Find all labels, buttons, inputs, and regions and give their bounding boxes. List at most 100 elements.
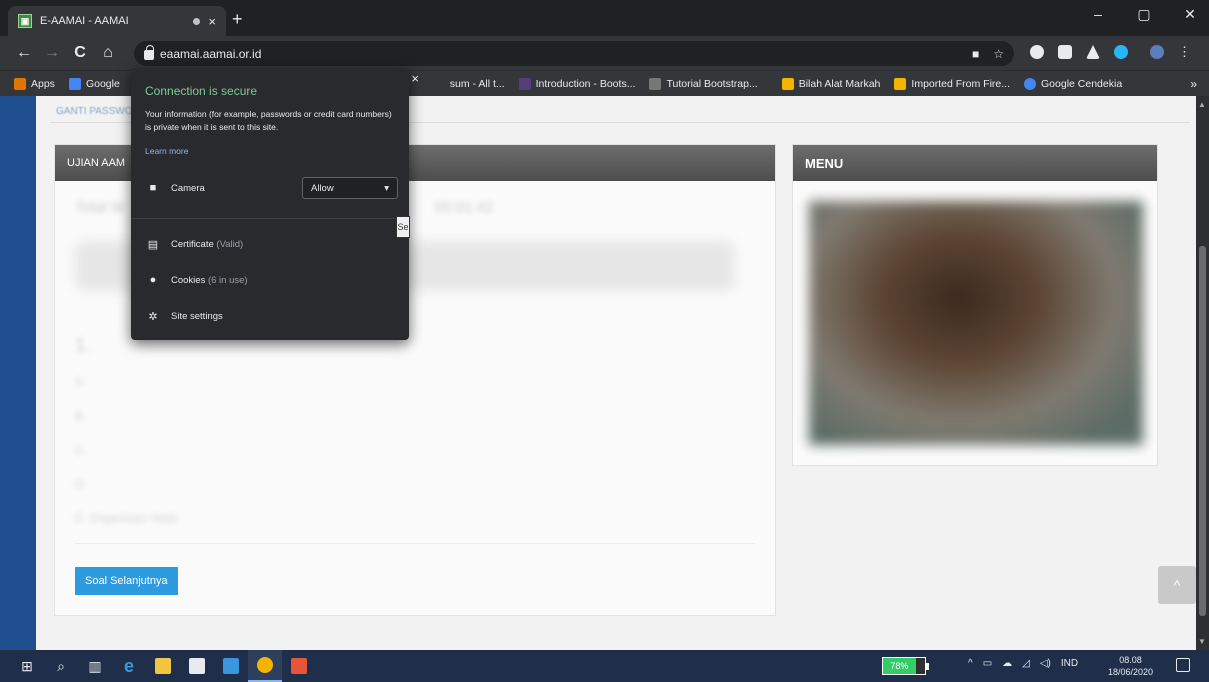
tab-close-icon[interactable]: × <box>208 14 216 29</box>
site-settings-label: Site settings <box>171 310 223 322</box>
menu-kebab-icon[interactable]: ⋮ <box>1178 44 1191 60</box>
answer-option-e[interactable]: E. Organisasi Halal <box>75 511 475 525</box>
bookmark-google-cendekia[interactable]: Google Cendekia <box>1024 77 1122 90</box>
certificate-row[interactable]: ▤ Certificate (Valid) <box>147 238 243 251</box>
cookies-status: (6 in use) <box>207 274 248 286</box>
new-tab-button[interactable]: + <box>232 9 243 30</box>
apps-grid-icon <box>14 77 26 90</box>
battery-level: 78% <box>883 658 916 674</box>
bookmark-star-icon[interactable]: ☆ <box>993 47 1004 61</box>
google-icon <box>68 77 81 90</box>
total-time-label: Total W <box>75 199 126 216</box>
learn-more-link[interactable]: Learn more <box>145 146 188 156</box>
extension-blue-icon[interactable] <box>1114 45 1128 59</box>
camera-permission-row: ■ Camera <box>147 182 205 194</box>
bookmark-bootstrap-intro[interactable]: Introduction - Boots... <box>518 77 635 90</box>
scroll-down-icon[interactable]: ▼ <box>1198 637 1206 646</box>
bookmark-bilah-alat[interactable]: Bilah Alat Markah <box>781 77 880 90</box>
camera-indicator-icon[interactable]: ■ <box>972 47 979 61</box>
address-bar[interactable]: eaamai.aamai.or.id ■ ☆ <box>134 41 1014 66</box>
folder-icon <box>894 77 907 90</box>
battery-tip <box>926 663 929 670</box>
onedrive-cloud-icon[interactable]: ☁ <box>1002 658 1012 669</box>
answer-option-a[interactable]: A. <box>75 375 475 389</box>
site-settings-row[interactable]: ✲ Site settings <box>147 310 223 323</box>
profile-avatar-icon[interactable] <box>1150 45 1164 59</box>
system-clock[interactable]: 08.08 18/06/2020 <box>1108 654 1153 678</box>
chevron-down-icon: ▾ <box>384 182 389 194</box>
certificate-label: Certificate <box>171 238 214 250</box>
forward-button[interactable]: → <box>38 44 66 62</box>
bookmark-apps[interactable]: Apps <box>14 77 55 90</box>
windows-start-icon[interactable]: ⊞ <box>10 650 44 682</box>
connection-status: Connection is secure <box>145 84 258 98</box>
connection-description: Your information (for example, passwords… <box>145 109 392 132</box>
site-info-popup: × Connection is secure Your information … <box>131 68 419 340</box>
app-orange-icon[interactable] <box>282 650 316 682</box>
divider <box>75 543 755 544</box>
window-controls: – ▢ ✕ <box>1087 6 1201 23</box>
reload-button[interactable]: C <box>66 44 94 62</box>
menu-panel-title: MENU <box>793 145 1157 181</box>
extension-pocket-icon[interactable] <box>1058 45 1072 59</box>
back-button[interactable]: ← <box>10 44 38 62</box>
gear-icon: ✲ <box>148 310 158 323</box>
network-icon[interactable]: ▭ <box>983 658 992 669</box>
camera-permission-value: Allow <box>311 182 334 194</box>
volume-icon[interactable]: ◁) <box>1040 658 1051 669</box>
answer-option-c[interactable]: C. <box>75 443 475 457</box>
bookmarks-more-button[interactable]: » <box>1190 77 1197 91</box>
page-scrollbar[interactable]: ▲ ▼ <box>1196 96 1209 650</box>
bookmark-tutorial-bootstrap[interactable]: Tutorial Bootstrap... <box>649 77 758 90</box>
camera-permission-select[interactable]: Allow ▾ <box>302 177 398 199</box>
minimize-button[interactable]: – <box>1087 6 1109 23</box>
cookie-icon: ● <box>149 274 157 286</box>
certificate-icon: ▤ <box>147 238 159 251</box>
close-window-button[interactable]: ✕ <box>1179 6 1201 23</box>
wifi-icon[interactable]: ◿ <box>1022 658 1030 669</box>
browser-tab[interactable]: ▣ E-AAMAI - AAMAI × <box>8 6 226 36</box>
edge-browser-icon[interactable]: e <box>112 650 146 682</box>
tutorial-icon <box>649 77 662 90</box>
input-language[interactable]: IND <box>1061 658 1078 669</box>
show-hidden-icons-icon[interactable]: ^ <box>968 658 973 669</box>
url-text: eaamai.aamai.or.id <box>160 46 262 61</box>
tab-title: E-AAMAI - AAMAI <box>40 15 129 27</box>
scroll-thumb[interactable] <box>1199 246 1206 616</box>
menu-panel: MENU <box>792 144 1158 466</box>
extension-drive-icon[interactable] <box>1086 45 1100 59</box>
scroll-up-icon[interactable]: ▲ <box>1198 100 1206 109</box>
notification-center-icon[interactable] <box>1176 658 1190 672</box>
store-icon[interactable] <box>180 650 214 682</box>
clock-time: 08.08 <box>1119 655 1142 665</box>
bookmark-google[interactable]: Google <box>68 77 120 90</box>
extensions: ⋮ <box>1030 44 1191 60</box>
tab-strip: ▣ E-AAMAI - AAMAI × + – ▢ ✕ <box>0 0 1209 36</box>
answer-option-b[interactable]: B. <box>75 409 475 423</box>
recording-dot-icon <box>193 17 201 25</box>
lock-icon[interactable] <box>144 44 154 60</box>
bookmark-imported[interactable]: Imported From Fire... <box>894 77 1010 90</box>
back-to-top-button[interactable]: ^ <box>1158 566 1196 604</box>
cookies-row[interactable]: ● Cookies (6 in use) <box>147 274 248 286</box>
battery-indicator[interactable]: 78% <box>882 657 929 675</box>
mail-icon[interactable] <box>214 650 248 682</box>
windows-taskbar: ⊞ ⌕ ▥ e 78% ^ ▭ ☁ ◿ ◁) IND 08.08 18/06/2… <box>0 650 1209 682</box>
bootstrap-icon <box>518 77 531 90</box>
chrome-taskbar-icon[interactable] <box>248 650 282 682</box>
extension-record-icon[interactable] <box>1030 45 1044 59</box>
system-tray: ^ ▭ ☁ ◿ ◁) IND <box>968 658 1078 669</box>
webcam-feed <box>809 201 1143 445</box>
answer-option-d[interactable]: D. <box>75 477 475 491</box>
bookmark-sum[interactable]: sum - All t... <box>450 78 505 90</box>
task-view-icon[interactable]: ▥ <box>78 650 112 682</box>
search-icon[interactable]: ⌕ <box>44 650 78 682</box>
maximize-button[interactable]: ▢ <box>1133 6 1155 23</box>
file-explorer-icon[interactable] <box>146 650 180 682</box>
folder-icon <box>781 77 794 90</box>
next-question-button[interactable]: Soal Selanjutnya <box>75 567 178 595</box>
divider <box>131 218 409 219</box>
cookies-label: Cookies <box>171 274 206 286</box>
home-button[interactable]: ⌂ <box>94 44 122 62</box>
popup-close-icon[interactable]: × <box>411 71 419 86</box>
